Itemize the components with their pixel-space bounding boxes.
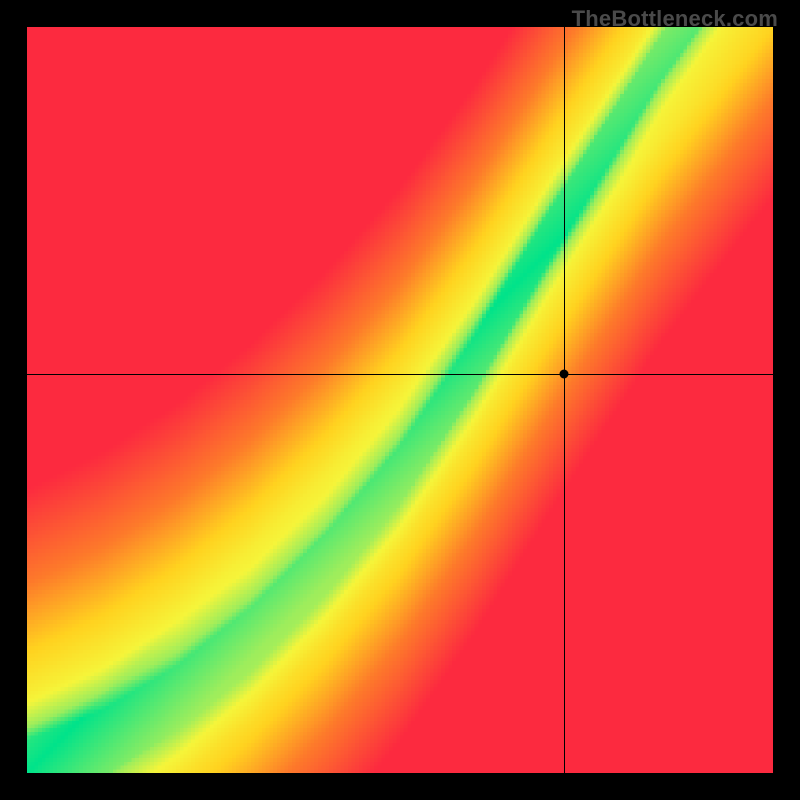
selection-marker xyxy=(560,369,569,378)
crosshair-horizontal xyxy=(27,374,773,375)
watermark-text: TheBottleneck.com xyxy=(572,6,778,32)
chart-frame: TheBottleneck.com xyxy=(0,0,800,800)
crosshair-vertical xyxy=(564,27,565,773)
bottleneck-heatmap xyxy=(27,27,773,773)
